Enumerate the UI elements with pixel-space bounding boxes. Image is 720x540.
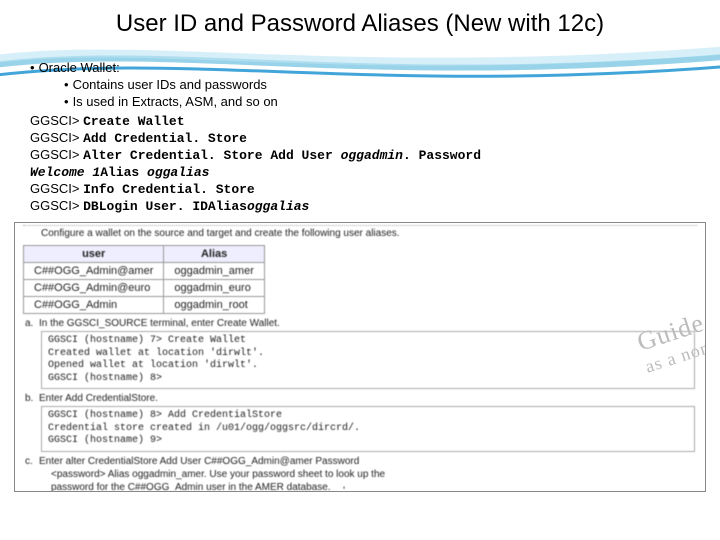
code-line: Created wallet at location 'dirwlt'. xyxy=(48,348,688,361)
command-text: DBLogin User. IDAlias xyxy=(83,199,247,214)
command-text: . Password xyxy=(403,148,481,163)
command-text: Create Wallet xyxy=(83,114,184,129)
embedded-screenshot: Configure a wallet on the source and tar… xyxy=(14,222,706,492)
bullet-text: Is used in Extracts, ASM, and so on xyxy=(73,94,278,109)
command-arg: Welcome 1 xyxy=(30,165,100,180)
table-cell: C##OGG_Admin@amer xyxy=(24,263,164,280)
prompt: GGSCI> xyxy=(30,198,83,213)
prompt: GGSCI> xyxy=(30,181,83,196)
code-line: GGSCI (hostname) 8> Add CredentialStore xyxy=(48,410,688,423)
step-text: Enter alter CredentialStore Add User C##… xyxy=(39,456,359,467)
intro-text: Configure a wallet on the source and tar… xyxy=(15,228,705,239)
command-text: Info Credential. Store xyxy=(83,182,255,197)
command-block: GGSCI> Create Wallet GGSCI> Add Credenti… xyxy=(24,113,696,214)
code-box: GGSCI (hostname) 8> Add CredentialStore … xyxy=(41,406,695,452)
table-cell: oggadmin_euro xyxy=(164,280,265,297)
step-text: password for the C##OGG_Admin user in th… xyxy=(25,482,695,493)
table-cell: C##OGG_Admin xyxy=(24,297,164,314)
bullet-text: Oracle Wallet: xyxy=(39,60,120,75)
command-text: Alias xyxy=(100,165,147,180)
code-line: Opened wallet at location 'dirwlt'. xyxy=(48,360,688,373)
step-text: Enter Add CredentialStore. xyxy=(39,393,158,404)
table-header: user xyxy=(24,246,164,263)
table-cell: C##OGG_Admin@euro xyxy=(24,280,164,297)
command-text: Add Credential. Store xyxy=(83,131,247,146)
prompt: GGSCI> xyxy=(30,113,83,128)
command-text: Alter Credential. Store Add User xyxy=(83,148,340,163)
code-box: GGSCI (hostname) 7> Create Wallet Create… xyxy=(41,331,695,389)
table-cell: oggadmin_amer xyxy=(164,263,265,280)
command-arg: oggadmin xyxy=(341,148,403,163)
step-text: <password> Alias oggadmin_amer. Use your… xyxy=(25,469,695,480)
bullet-level1: •Oracle Wallet: xyxy=(24,60,696,75)
code-line: GGSCI (hostname) 7> Create Wallet xyxy=(48,335,688,348)
table-header: Alias xyxy=(164,246,265,263)
bullet-level2: •Is used in Extracts, ASM, and so on xyxy=(24,94,696,109)
slide-title: User ID and Password Aliases (New with 1… xyxy=(0,0,720,58)
bullet-level2: •Contains user IDs and passwords xyxy=(24,77,696,92)
code-line: GGSCI (hostname) 9> xyxy=(48,435,688,448)
step-text: In the GGSCI_SOURCE terminal, enter Crea… xyxy=(39,318,280,329)
command-arg: oggalias xyxy=(247,199,309,214)
code-line: Credential store created in /u01/ogg/ogg… xyxy=(48,423,688,436)
table-cell: oggadmin_root xyxy=(164,297,265,314)
code-line: GGSCI (hostname) 8> xyxy=(48,373,688,386)
slide-body: •Oracle Wallet: •Contains user IDs and p… xyxy=(0,60,720,214)
prompt: GGSCI> xyxy=(30,147,83,162)
prompt: GGSCI> xyxy=(30,130,83,145)
command-arg: oggalias xyxy=(147,165,209,180)
bullet-text: Contains user IDs and passwords xyxy=(73,77,267,92)
stray-mark: ' xyxy=(343,485,345,492)
alias-table: userAlias C##OGG_Admin@ameroggadmin_amer… xyxy=(23,245,265,314)
